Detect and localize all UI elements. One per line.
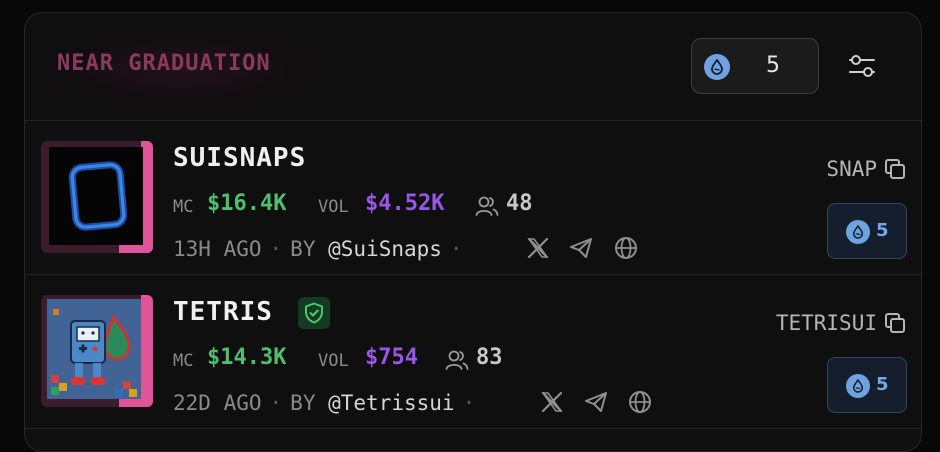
mc-label: MC	[173, 197, 194, 217]
token-age: 22D AGO	[173, 391, 262, 415]
holders-count: 48	[506, 191, 533, 216]
separator-dot: ·	[269, 391, 283, 415]
sliders-icon	[849, 55, 875, 77]
shield-check-icon	[305, 302, 323, 324]
ticker-copy[interactable]: SNAP	[826, 157, 907, 181]
creator-handle[interactable]: @SuiSnaps	[328, 237, 442, 261]
sui-coin-icon	[846, 374, 870, 398]
token-name[interactable]: SUISNAPS	[173, 143, 306, 173]
token-ticker: TETRISUI	[775, 311, 877, 335]
token-image	[41, 141, 153, 253]
vol-label: VOL	[318, 351, 349, 371]
sui-coin-icon	[704, 54, 730, 80]
separator-dot: ·	[462, 391, 476, 415]
holders-icon	[445, 350, 469, 370]
panel-header: NEAR GRADUATION 5	[25, 13, 921, 121]
token-ticker: SNAP	[826, 157, 877, 181]
token-row[interactable]: TETRIS MC $14.3K VOL $754 83 22D AGO · BY …	[25, 275, 921, 429]
token-image	[41, 295, 153, 407]
verified-badge	[298, 297, 330, 329]
market-cap-value: $14.3K	[207, 345, 287, 370]
x-twitter-icon[interactable]	[539, 389, 565, 415]
token-meta: 22D AGO · BY @Tetrissui ·	[173, 391, 483, 415]
quick-buy-amount-value: 5	[766, 53, 780, 78]
globe-icon[interactable]	[627, 389, 653, 415]
filter-settings-button[interactable]	[847, 51, 877, 81]
telegram-icon[interactable]	[583, 389, 609, 415]
sui-coin-icon	[846, 220, 870, 244]
copy-icon[interactable]	[883, 157, 907, 181]
creator-handle[interactable]: @Tetrissui	[328, 391, 454, 415]
by-label: BY	[290, 391, 316, 415]
volume-value: $4.52K	[365, 191, 445, 216]
token-name[interactable]: TETRIS	[173, 297, 273, 327]
holders-count: 83	[476, 345, 503, 370]
quick-buy-button[interactable]: 5	[827, 203, 907, 259]
by-label: BY	[290, 237, 316, 261]
token-age: 13H AGO	[173, 237, 262, 261]
x-twitter-icon[interactable]	[525, 235, 551, 261]
holders-icon	[475, 196, 499, 216]
separator-dot: ·	[269, 237, 283, 261]
globe-icon[interactable]	[613, 235, 639, 261]
ticker-copy[interactable]: TETRISUI	[776, 311, 907, 335]
market-cap-value: $16.4K	[207, 191, 287, 216]
quick-buy-amount-input[interactable]: 5	[691, 38, 819, 94]
quick-buy-amount: 5	[876, 220, 889, 241]
copy-icon[interactable]	[883, 311, 907, 335]
section-title: NEAR GRADUATION	[57, 51, 271, 76]
vol-label: VOL	[318, 197, 349, 217]
token-row[interactable]: SUISNAPS MC $16.4K VOL $4.52K 48 13H AGO…	[25, 121, 921, 275]
telegram-icon[interactable]	[568, 235, 594, 261]
separator-dot: ·	[449, 237, 463, 261]
volume-value: $754	[365, 345, 418, 370]
quick-buy-button[interactable]: 5	[827, 357, 907, 413]
quick-buy-amount: 5	[876, 374, 889, 395]
token-meta: 13H AGO · BY @SuiSnaps ·	[173, 237, 471, 261]
near-graduation-panel: NEAR GRADUATION 5 SUISNAPS MC $16.4K VOL…	[24, 12, 922, 452]
mc-label: MC	[173, 351, 194, 371]
